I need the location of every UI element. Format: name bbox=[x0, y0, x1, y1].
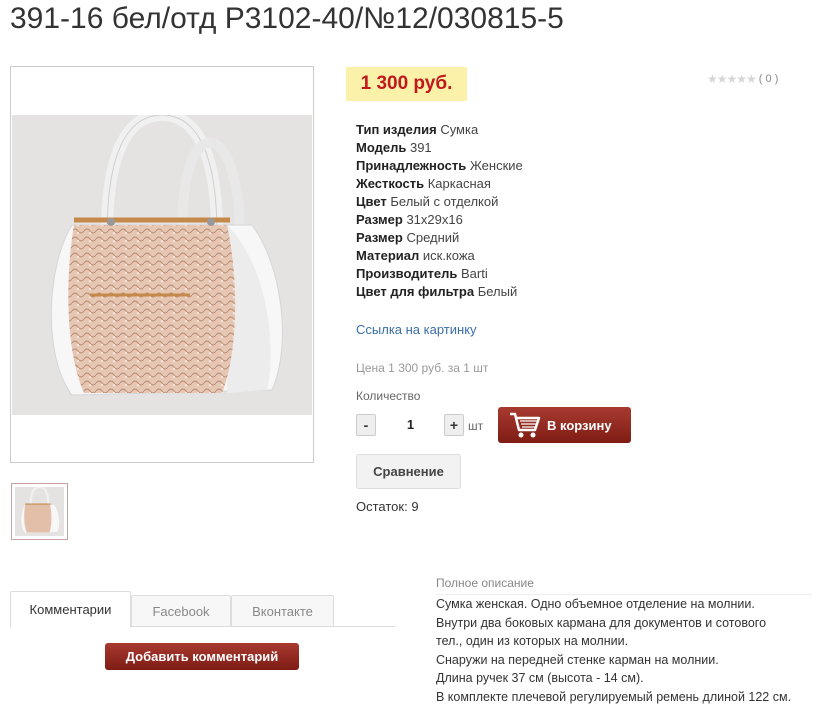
handbag-photo bbox=[12, 115, 312, 415]
product-image[interactable] bbox=[10, 66, 314, 463]
rating[interactable]: ★★★★★ ( 0 ) bbox=[707, 72, 778, 86]
spec-name: Жесткость bbox=[356, 176, 425, 191]
tab-comments[interactable]: Комментарии bbox=[10, 591, 131, 628]
spec-name: Размер bbox=[356, 230, 403, 245]
tab-facebook[interactable]: Facebook bbox=[131, 595, 231, 627]
spec-list: Тип изделия Сумка Модель 391 Принадлежно… bbox=[356, 121, 523, 301]
spec-name: Тип изделия bbox=[356, 122, 437, 137]
compare-button[interactable]: Сравнение bbox=[356, 454, 461, 489]
description-line: Внутри два боковых кармана для документо… bbox=[436, 615, 767, 630]
star-icon[interactable]: ★★★★★ bbox=[707, 72, 757, 86]
rating-count: ( 0 ) bbox=[758, 73, 779, 85]
description-title: Полное описание bbox=[436, 576, 534, 590]
description-line: Снаружи на передней стенке карман на мол… bbox=[436, 652, 719, 667]
spec-row: Принадлежность Женские bbox=[356, 157, 523, 175]
spec-value: Белый bbox=[477, 284, 518, 299]
product-thumbnail[interactable] bbox=[11, 483, 68, 540]
spec-row: Размер Средний bbox=[356, 229, 523, 247]
product-price: 1 300 руб. bbox=[346, 67, 467, 101]
add-to-cart-button[interactable]: В корзину bbox=[498, 407, 631, 443]
spec-row: Цвет для фильтра Белый bbox=[356, 283, 523, 301]
stock-status: Остаток: 9 bbox=[356, 499, 419, 514]
handbag-thumbnail-image bbox=[15, 487, 64, 536]
quantity-unit: шт bbox=[468, 419, 484, 433]
spec-value: Каркасная bbox=[427, 176, 491, 191]
spec-name: Материал bbox=[356, 248, 420, 263]
quantity-label: Количество bbox=[356, 389, 421, 403]
spec-name: Принадлежность bbox=[356, 158, 467, 173]
spec-row: Тип изделия Сумка bbox=[356, 121, 523, 139]
decrease-quantity-button[interactable]: - bbox=[356, 414, 376, 436]
spec-name: Модель bbox=[356, 140, 407, 155]
image-link[interactable]: Ссылка на картинку bbox=[356, 322, 477, 337]
spec-name: Цвет для фильтра bbox=[356, 284, 475, 299]
tab-vkontakte[interactable]: Вконтакте bbox=[231, 595, 334, 627]
spec-value: иск.кожа bbox=[422, 248, 475, 263]
spec-row: Жесткость Каркасная bbox=[356, 175, 523, 193]
spec-row: Материал иск.кожа bbox=[356, 247, 523, 265]
spec-row: Цвет Белый с отделкой bbox=[356, 193, 523, 211]
description-line: Сумка женская. Одно объемное отделение н… bbox=[436, 597, 755, 611]
quantity-input[interactable]: 1 bbox=[383, 414, 438, 436]
description-text: Сумка женская. Одно объемное отделение н… bbox=[436, 595, 791, 706]
spec-value: 31х29х16 bbox=[406, 212, 463, 227]
add-comment-button[interactable]: Добавить комментарий bbox=[105, 643, 299, 670]
spec-value: Средний bbox=[406, 230, 460, 245]
product-title: 391-16 бел/отд Р3102-40/№12/030815-5 bbox=[10, 2, 564, 35]
description-line: В комплекте плечевой регулируемый ремень… bbox=[436, 689, 792, 704]
spec-name: Размер bbox=[356, 212, 403, 227]
increase-quantity-button[interactable]: + bbox=[444, 414, 464, 436]
spec-row: Производитель Barti bbox=[356, 265, 523, 283]
spec-row: Модель 391 bbox=[356, 139, 523, 157]
description-line: Длина ручек 37 см (высота - 14 см). bbox=[436, 671, 644, 685]
shopping-cart-icon bbox=[510, 412, 541, 438]
social-tabs: Комментарии Facebook Вконтакте bbox=[10, 591, 395, 628]
spec-value: 391 bbox=[409, 140, 432, 155]
spec-value: Barti bbox=[460, 266, 488, 281]
add-to-cart-label: В корзину bbox=[547, 417, 612, 433]
spec-value: Женские bbox=[469, 158, 523, 173]
description-line: тел., один из которых на молнии. bbox=[436, 634, 629, 648]
spec-name: Цвет bbox=[356, 194, 387, 209]
spec-name: Производитель bbox=[356, 266, 458, 281]
spec-value: Белый с отделкой bbox=[390, 194, 499, 209]
spec-row: Размер 31х29х16 bbox=[356, 211, 523, 229]
spec-value: Сумка bbox=[440, 122, 479, 137]
unit-price: Цена 1 300 руб. за 1 шт bbox=[356, 361, 489, 375]
